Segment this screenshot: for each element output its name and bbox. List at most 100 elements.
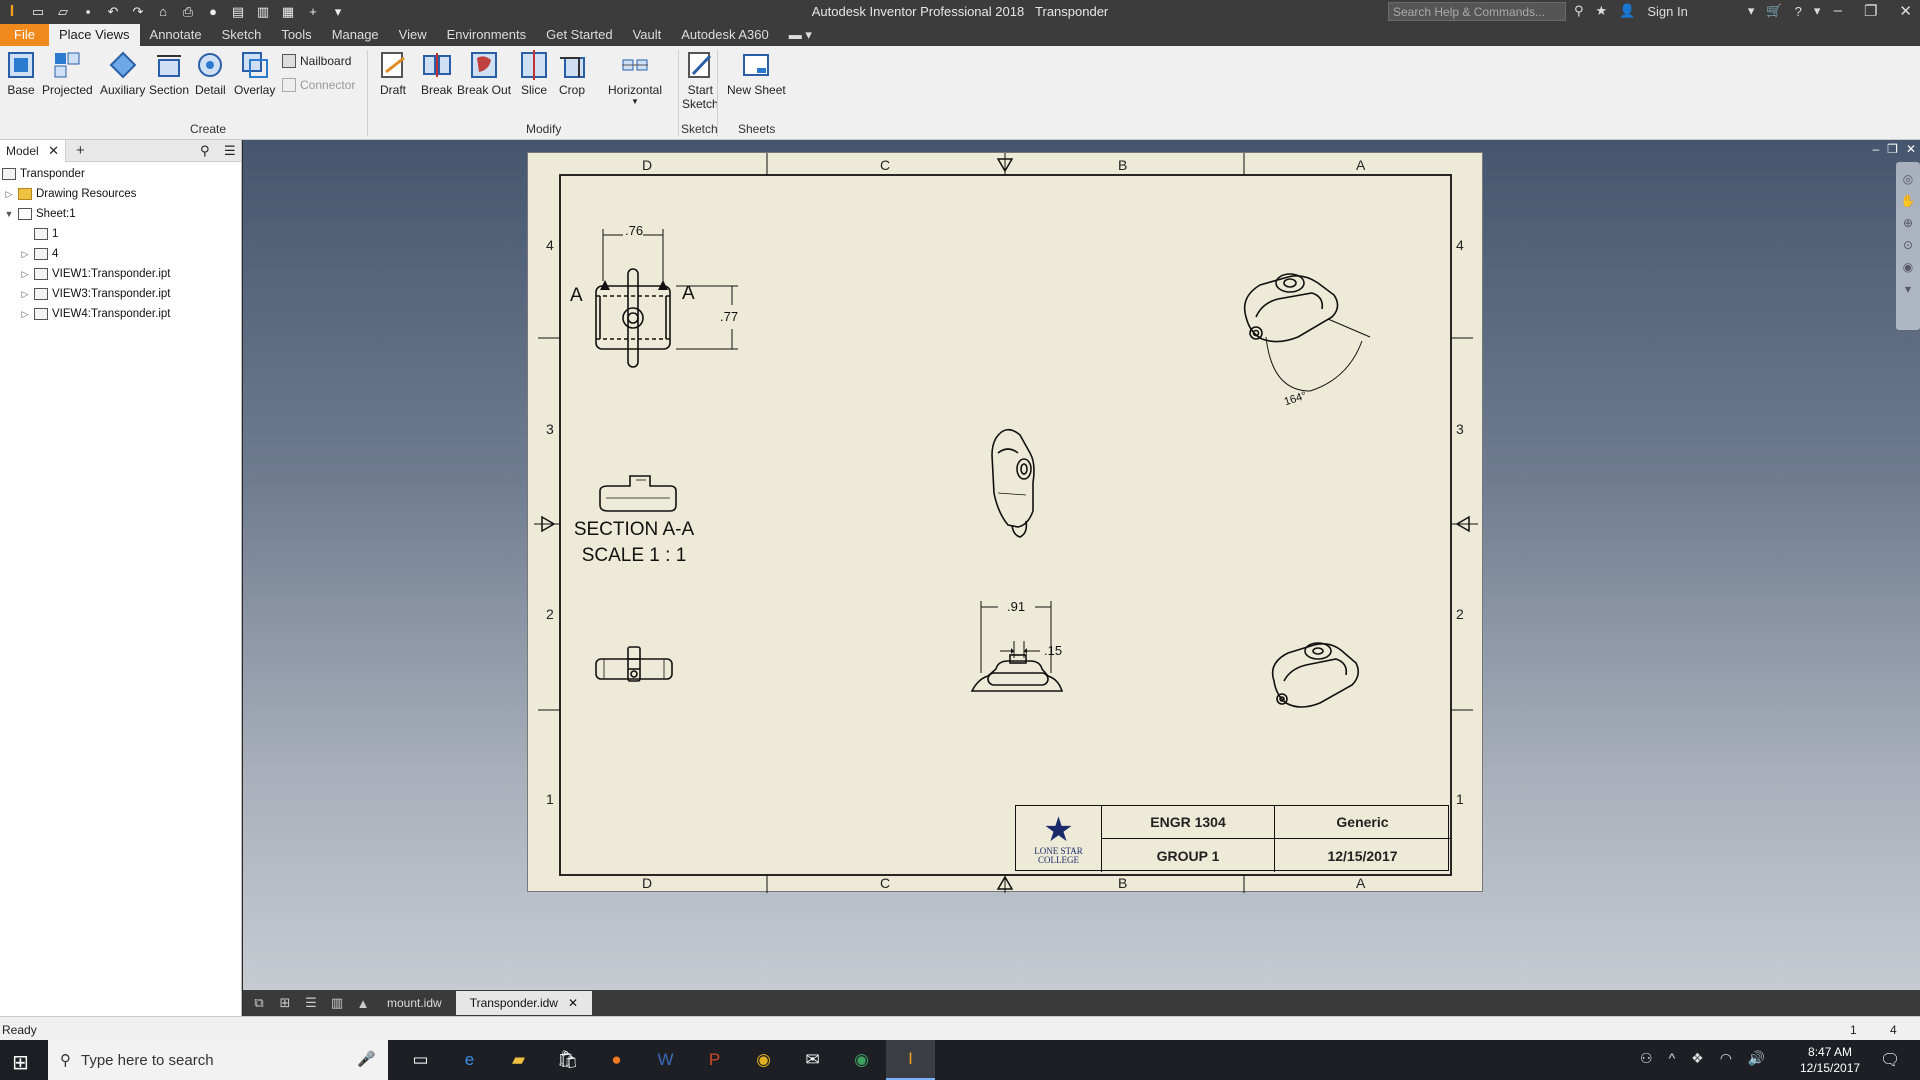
close-icon[interactable]: ✕ <box>568 996 578 1010</box>
tile-vertical-icon[interactable]: ▥ <box>327 995 347 1011</box>
section-view-button[interactable]: Section <box>149 50 189 97</box>
powerpoint-icon[interactable]: P <box>690 1040 739 1080</box>
word-icon[interactable]: W <box>641 1040 690 1080</box>
steering-wheel-icon[interactable]: ◎ <box>1903 172 1913 186</box>
projected-view-button[interactable]: Projected <box>42 50 93 97</box>
edge-icon[interactable]: e <box>445 1040 494 1080</box>
taskbar-clock[interactable]: 8:47 AM 12/15/2017 <box>1800 1044 1860 1076</box>
sign-in-link[interactable]: Sign In <box>1647 4 1687 19</box>
search-icon[interactable]: ⚲ <box>200 143 210 159</box>
expand-icon[interactable]: ▷ <box>20 269 30 280</box>
notifications-icon[interactable]: 🗨 <box>1880 1050 1900 1070</box>
tree-node-view1[interactable]: ▷ VIEW1:Transponder.ipt <box>20 265 170 283</box>
tab-annotate[interactable]: Annotate <box>140 24 212 46</box>
dimension-width-top[interactable]: .76 <box>625 223 643 238</box>
collapse-icon[interactable]: ▼ <box>4 209 14 219</box>
auxiliary-view-button[interactable]: Auxiliary <box>100 50 145 97</box>
chrome-window-icon[interactable]: ◉ <box>837 1040 886 1080</box>
zoom-all-icon[interactable]: ⊙ <box>1903 238 1913 252</box>
graphics-window[interactable]: – ❐ ✕ ◎ ✋ ⊕ ⊙ ◉ ▾ D C B A D C B A 4 3 2 … <box>243 140 1920 990</box>
binoculars-icon[interactable]: ⚲ <box>1574 3 1584 19</box>
doc-tab-mount[interactable]: mount.idw <box>373 991 456 1015</box>
minimize-icon[interactable]: – <box>1834 2 1842 20</box>
tree-node-title-block[interactable]: ▷ 4 <box>20 245 58 263</box>
new-sheet-button[interactable]: New Sheet <box>727 50 786 97</box>
drawing-sheet[interactable]: D C B A D C B A 4 3 2 1 4 3 2 1 A A .76 … <box>527 152 1483 893</box>
cart-icon[interactable]: 🛒 <box>1766 3 1782 19</box>
expand-icon[interactable]: ▷ <box>4 189 14 200</box>
user-icon[interactable]: 👤 <box>1619 3 1635 19</box>
volume-icon[interactable]: 🔊 <box>1748 1050 1765 1067</box>
tab-environments[interactable]: Environments <box>437 24 536 46</box>
add-browser-tab-icon[interactable]: + <box>76 142 85 159</box>
help-dropdown-icon[interactable]: ▾ <box>1814 3 1821 19</box>
draft-view-button[interactable]: Draft <box>378 50 408 97</box>
navbar-options-icon[interactable]: ▾ <box>1905 282 1911 296</box>
close-icon[interactable]: ✕ <box>48 143 59 159</box>
overlay-view-button[interactable]: Overlay <box>234 50 275 97</box>
start-sketch-button[interactable]: Start Sketch <box>682 50 719 111</box>
tab-place-views[interactable]: Place Views <box>48 24 140 46</box>
doc-list-icon[interactable]: ▲ <box>353 996 373 1011</box>
expand-icon[interactable]: ▷ <box>20 309 30 320</box>
doc-tab-transponder[interactable]: Transponder.idw ✕ <box>455 991 593 1015</box>
inventor-taskbar-icon[interactable]: I <box>886 1040 935 1080</box>
mail-icon[interactable]: ✉ <box>788 1040 837 1080</box>
slice-button[interactable]: Slice <box>519 50 549 97</box>
tree-node-transponder[interactable]: Transponder <box>2 165 85 183</box>
taskbar-search-input[interactable]: ⚲ Type here to search 🎤 <box>48 1040 388 1080</box>
tree-node-view4[interactable]: ▷ VIEW4:Transponder.ipt <box>20 305 170 323</box>
tab-get-started[interactable]: Get Started <box>536 24 622 46</box>
dimension-height-side[interactable]: .77 <box>720 309 738 324</box>
tile-icon[interactable]: ⊞ <box>275 995 295 1011</box>
tab-sketch[interactable]: Sketch <box>212 24 272 46</box>
firefox-icon[interactable]: ● <box>592 1040 641 1080</box>
tree-node-border[interactable]: 1 <box>34 225 58 243</box>
nailboard-button[interactable]: Nailboard <box>282 54 351 68</box>
expand-icon[interactable]: ▷ <box>20 289 30 300</box>
file-explorer-icon[interactable]: ▰ <box>494 1040 543 1080</box>
minimize-icon[interactable]: – <box>1872 142 1879 156</box>
close-icon[interactable]: ✕ <box>1906 142 1916 156</box>
show-hidden-icons[interactable]: ^ <box>1669 1050 1676 1067</box>
title-block[interactable]: ★ LONE STAR COLLEGE ENGR 1304 Generic GR… <box>1015 805 1450 872</box>
tab-vault[interactable]: Vault <box>623 24 672 46</box>
zoom-icon[interactable]: ⊕ <box>1903 216 1913 230</box>
ribbon-options-icon[interactable]: ▬ ▾ <box>779 24 822 46</box>
section-view-label[interactable]: SECTION A-A SCALE 1 : 1 <box>556 517 712 569</box>
close-icon[interactable]: ✕ <box>1899 2 1912 20</box>
wifi-icon[interactable]: ◠ <box>1720 1050 1732 1067</box>
tab-autodesk-a360[interactable]: Autodesk A360 <box>671 24 778 46</box>
tab-file[interactable]: File <box>0 24 49 46</box>
people-icon[interactable]: ⚇ <box>1640 1050 1653 1067</box>
break-out-button[interactable]: Break Out <box>457 50 511 97</box>
break-button[interactable]: Break <box>421 50 452 97</box>
dimension-small-front[interactable]: .15 <box>1044 643 1062 658</box>
sign-in-dropdown-icon[interactable]: ▾ <box>1748 3 1755 19</box>
horizontal-dropdown-icon[interactable]: ▼ <box>608 97 662 106</box>
microphone-icon[interactable]: 🎤 <box>357 1050 376 1068</box>
help-search-input[interactable]: Search Help & Commands... <box>1388 2 1566 21</box>
cascade-icon[interactable]: ⧉ <box>249 995 269 1011</box>
browser-menu-icon[interactable]: ☰ <box>224 143 236 159</box>
pan-icon[interactable]: ✋ <box>1901 194 1916 208</box>
restore-icon[interactable]: ❐ <box>1887 142 1898 156</box>
tab-view[interactable]: View <box>389 24 437 46</box>
crop-button[interactable]: Crop <box>557 50 587 97</box>
tile-horizontal-icon[interactable]: ☰ <box>301 995 321 1011</box>
tab-tools[interactable]: Tools <box>271 24 321 46</box>
tree-node-sheet-1[interactable]: ▼ Sheet:1 <box>4 205 76 223</box>
task-view-icon[interactable]: ▭ <box>396 1040 445 1080</box>
expand-icon[interactable]: ▷ <box>20 249 30 260</box>
connector-button[interactable]: Connector <box>282 78 355 92</box>
detail-view-button[interactable]: Detail <box>195 50 226 97</box>
windows-start-icon[interactable]: ⊞ <box>12 1050 29 1075</box>
tree-node-view3[interactable]: ▷ VIEW3:Transponder.ipt <box>20 285 170 303</box>
star-icon[interactable]: ★ <box>1596 3 1608 19</box>
base-view-button[interactable]: Base <box>6 50 36 97</box>
help-icon[interactable]: ? <box>1795 4 1802 19</box>
orbit-icon[interactable]: ◉ <box>1903 260 1913 274</box>
horizontal-button[interactable]: Horizontal ▼ <box>608 50 662 106</box>
tab-manage[interactable]: Manage <box>322 24 389 46</box>
dimension-width-front[interactable]: .91 <box>1007 599 1025 614</box>
